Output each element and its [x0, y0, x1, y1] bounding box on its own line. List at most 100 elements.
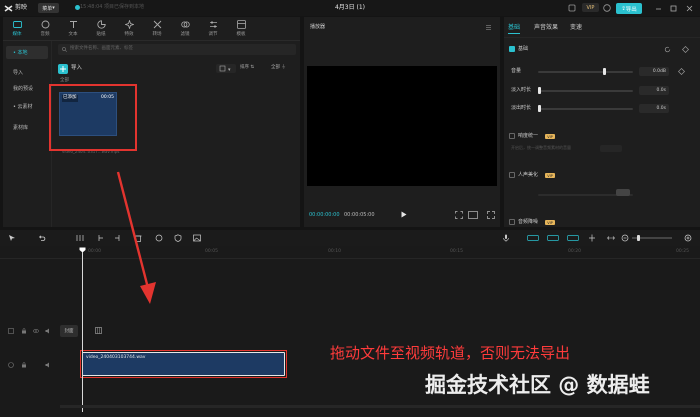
keyframe-icon[interactable]	[678, 68, 685, 75]
minimize-icon[interactable]	[655, 5, 662, 12]
layout-icon[interactable]	[568, 4, 576, 12]
volume-slider-knob[interactable]	[603, 68, 606, 75]
play-icon[interactable]	[400, 211, 407, 218]
playhead[interactable]	[82, 252, 83, 412]
sidebar-item-import[interactable]: 导入	[6, 66, 48, 79]
tab-adjust[interactable]: 调节	[203, 19, 223, 38]
trim-left-icon[interactable]	[96, 234, 104, 242]
tab-audio[interactable]: 音频	[35, 19, 55, 38]
crop-image-icon[interactable]	[193, 234, 201, 242]
export-button[interactable]: ⇪ 导出	[616, 3, 642, 14]
voice-beautify-checkbox[interactable]	[509, 172, 515, 178]
ruler-tick: 00:15	[450, 249, 463, 254]
sidebar-item-local[interactable]: • 本地	[6, 46, 48, 59]
fullscreen-icon[interactable]	[487, 211, 495, 219]
tab-sticker[interactable]: 贴纸	[91, 19, 111, 38]
tab-speed[interactable]: 变速	[570, 25, 582, 31]
cover-button[interactable]: 封面	[60, 325, 78, 337]
track-mute-icon[interactable]	[45, 362, 51, 368]
zoom-out-icon[interactable]	[621, 234, 629, 242]
tab-label: 转场	[152, 32, 162, 37]
tab-label: 音频	[40, 32, 50, 37]
media-icon	[12, 20, 22, 29]
zoom-fit-icon[interactable]	[607, 234, 615, 242]
svg-text:▾: ▾	[228, 67, 231, 73]
fade-in-value[interactable]: 0.0s	[639, 86, 669, 95]
tab-effects[interactable]: 特效	[119, 19, 139, 38]
linkage-icon[interactable]	[547, 235, 559, 241]
ratio-icon[interactable]	[468, 211, 478, 219]
fade-out-slider-knob[interactable]	[538, 105, 541, 112]
track-audio-icon[interactable]	[8, 362, 14, 368]
loudness-checkbox[interactable]	[509, 133, 515, 139]
vip-mini-badge: VIP	[545, 220, 555, 225]
split-screen-icon[interactable]	[588, 234, 596, 242]
media-search-input[interactable]: 搜索文件名称、画面元素、标签	[58, 44, 296, 55]
sort-button[interactable]: 排序 ⇅	[240, 65, 254, 71]
undo-icon[interactable]	[38, 234, 46, 242]
zoom-slider-knob[interactable]	[637, 235, 640, 241]
view-toggle-button[interactable]: ▾	[216, 64, 236, 73]
loudness-label: 响度统一	[518, 133, 539, 139]
basic-checkbox[interactable]	[509, 46, 515, 52]
fade-in-slider[interactable]	[538, 90, 633, 92]
sidebar-item-library[interactable]: 素材库	[6, 121, 48, 134]
import-button[interactable]	[58, 64, 68, 74]
menu-icon[interactable]	[485, 24, 492, 31]
basic-section-label: 基础	[518, 46, 529, 52]
effects-icon	[124, 20, 134, 29]
tab-transition[interactable]: 转场	[147, 19, 167, 38]
ruler-tick: 00:00	[88, 249, 101, 254]
magnet-snap-icon[interactable]	[527, 235, 539, 241]
adjust-icon	[209, 20, 218, 29]
divider	[504, 37, 700, 38]
account-icon[interactable]	[603, 4, 611, 12]
split-icon[interactable]	[76, 234, 84, 242]
tab-basic[interactable]: 基础	[508, 25, 520, 31]
fit-frame-icon[interactable]	[455, 211, 463, 219]
sidebar-item-cloud[interactable]: • 云素材	[6, 100, 48, 113]
tab-label: 调节	[208, 32, 218, 37]
microphone-icon[interactable]	[502, 234, 510, 242]
cursor-icon[interactable]	[8, 234, 16, 242]
tab-label: 媒体	[12, 32, 22, 37]
annotation-arrow	[110, 168, 160, 308]
vip-badge[interactable]: VIP	[582, 3, 599, 12]
fade-out-label: 淡出时长	[511, 105, 532, 111]
player-preview[interactable]	[307, 66, 497, 186]
keyframe-icon[interactable]	[682, 46, 689, 53]
track-visibility-icon[interactable]	[33, 328, 39, 334]
sidebar-item-presets[interactable]: 我的预设	[6, 82, 48, 95]
track-lock-icon[interactable]	[21, 328, 27, 334]
tab-filter[interactable]: 滤镜	[175, 19, 195, 38]
export-label: 导出	[625, 6, 637, 13]
film-strip-icon	[95, 327, 102, 334]
tab-text[interactable]: 文本	[63, 19, 83, 38]
preview-axis-icon[interactable]	[567, 235, 579, 241]
track-lock-icon[interactable]	[8, 328, 14, 334]
filter-all-button[interactable]: 全部 ⏚	[271, 65, 286, 71]
tab-template[interactable]: 模板	[231, 19, 251, 38]
denoise-checkbox[interactable]	[509, 219, 515, 225]
volume-value[interactable]: 0.0dB	[639, 67, 669, 76]
tab-media[interactable]: 媒体	[7, 19, 27, 38]
volume-slider[interactable]	[538, 71, 633, 73]
timeline-scrollbar[interactable]	[60, 405, 700, 408]
maximize-icon[interactable]	[670, 5, 677, 12]
track-mute-icon[interactable]	[45, 328, 51, 334]
total-time: 00:00:05:00	[344, 212, 375, 218]
import-label[interactable]: 导入	[71, 65, 82, 72]
vip-mini-badge: VIP	[545, 134, 555, 139]
fade-out-slider[interactable]	[538, 108, 633, 110]
voice-value[interactable]	[616, 189, 630, 196]
loudness-value[interactable]	[600, 145, 622, 152]
fade-out-value[interactable]: 0.0s	[639, 104, 669, 113]
zoom-in-icon[interactable]	[684, 234, 692, 242]
close-icon[interactable]	[686, 5, 693, 12]
filter-all-label: 全部	[271, 65, 280, 70]
tab-sound-effects[interactable]: 声音效果	[534, 25, 558, 31]
shield-icon[interactable]	[174, 234, 182, 242]
track-lock-icon[interactable]	[21, 362, 27, 368]
reset-icon[interactable]	[664, 46, 671, 53]
fade-in-slider-knob[interactable]	[538, 87, 541, 94]
